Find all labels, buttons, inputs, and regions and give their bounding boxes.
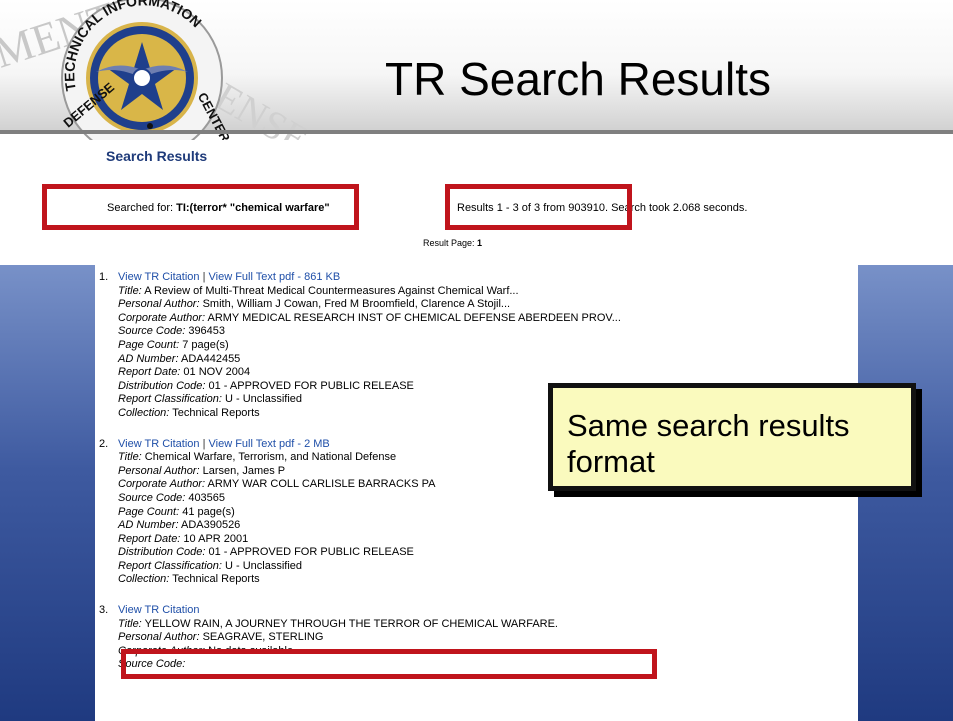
search-results-heading: Search Results — [106, 148, 208, 164]
result-field: Page Count: 41 page(s) — [118, 506, 858, 520]
slide-header: MENT ENSE TECHNICAL INFORMATION DEFENSE … — [0, 0, 953, 162]
result-field: AD Number: ADA442455 — [118, 353, 858, 367]
field-label: Page Count: — [118, 505, 180, 518]
field-value: Technical Reports — [169, 406, 260, 419]
link-separator: | — [199, 437, 209, 450]
callout-box: Same search results format — [548, 383, 916, 491]
field-label: AD Number: — [118, 519, 179, 532]
field-label: Collection: — [118, 406, 170, 419]
result-field: Distribution Code: 01 - APPROVED FOR PUB… — [118, 546, 858, 560]
callout-text: Same search results format — [567, 408, 850, 480]
result-field: Report Date: 01 NOV 2004 — [118, 366, 858, 380]
field-value: Larsen, James P — [199, 464, 286, 477]
field-value: 41 page(s) — [179, 505, 235, 518]
field-value: Chemical Warfare, Terrorism, and Nationa… — [141, 451, 397, 464]
field-label: Title: — [118, 617, 142, 630]
result-field: AD Number: ADA390526 — [118, 519, 858, 533]
field-label: Page Count: — [118, 338, 180, 351]
field-label: Collection: — [118, 573, 170, 586]
result-field: Personal Author: SEAGRAVE, STERLING — [118, 631, 858, 645]
field-label: Corporate Author: — [118, 311, 206, 324]
field-label: Source Code: — [118, 491, 186, 504]
slide: MENT ENSE TECHNICAL INFORMATION DEFENSE … — [0, 0, 953, 721]
field-value: 01 NOV 2004 — [180, 366, 251, 379]
field-label: Distribution Code: — [118, 379, 206, 392]
field-value: 396453 — [185, 325, 226, 338]
link-separator: | — [199, 271, 209, 283]
field-value: A Review of Multi-Threat Medical Counter… — [141, 284, 519, 297]
view-tr-citation-link[interactable]: View TR Citation — [118, 271, 200, 283]
field-label: Title: — [118, 451, 142, 464]
field-value: 10 APR 2001 — [180, 532, 249, 545]
field-value: Technical Reports — [169, 573, 260, 586]
field-label: Title: — [118, 284, 142, 297]
result-number: 2. — [99, 437, 109, 450]
field-value: ADA442455 — [178, 352, 241, 365]
dtic-seal-logo: MENT ENSE TECHNICAL INFORMATION DEFENSE … — [0, 0, 317, 162]
field-value: 01 - APPROVED FOR PUBLIC RELEASE — [205, 379, 414, 392]
field-value: ADA390526 — [178, 519, 241, 532]
result-page-number[interactable]: 1 — [477, 238, 482, 248]
field-value: SEAGRAVE, STERLING — [199, 631, 324, 644]
field-label: Source Code: — [118, 325, 186, 338]
callout-line-1: Same search results — [567, 408, 850, 443]
view-full-text-link[interactable]: View Full Text pdf - 2 MB — [209, 438, 330, 450]
field-label: Personal Author: — [118, 464, 200, 477]
field-value: U - Unclassified — [221, 559, 303, 572]
field-value: 01 - APPROVED FOR PUBLIC RELEASE — [205, 546, 414, 559]
result-field: Source Code: 403565 — [118, 492, 858, 506]
field-label: AD Number: — [118, 352, 179, 365]
result-page-indicator: Result Page: 1 — [423, 238, 482, 248]
result-field: Report Date: 10 APR 2001 — [118, 533, 858, 547]
view-tr-citation-link[interactable]: View TR Citation — [118, 438, 200, 450]
field-label: Report Classification: — [118, 559, 222, 572]
field-value: YELLOW RAIN, A JOURNEY THROUGH THE TERRO… — [141, 617, 558, 630]
view-tr-citation-link[interactable]: View TR Citation — [118, 604, 200, 616]
result-field: Page Count: 7 page(s) — [118, 339, 858, 353]
field-value: Smith, William J Cowan, Fred M Broomfiel… — [199, 298, 511, 311]
field-value: 403565 — [185, 491, 226, 504]
result-number: 1. — [99, 271, 109, 283]
result-field: Source Code: 396453 — [118, 325, 858, 339]
result-number: 3. — [99, 604, 109, 617]
title-highlight-box — [121, 649, 657, 679]
field-label: Personal Author: — [118, 631, 200, 644]
result-field: Title: A Review of Multi-Threat Medical … — [118, 285, 858, 299]
result-field: Title: YELLOW RAIN, A JOURNEY THROUGH TH… — [118, 618, 858, 632]
result-field: Personal Author: Smith, William J Cowan,… — [118, 298, 858, 312]
results-count-highlight-box — [445, 184, 632, 230]
field-value: 7 page(s) — [179, 338, 229, 351]
field-label: Distribution Code: — [118, 546, 206, 559]
field-label: Corporate Author: — [118, 478, 206, 491]
field-value: U - Unclassified — [221, 393, 303, 406]
field-value: ARMY MEDICAL RESEARCH INST OF CHEMICAL D… — [205, 311, 621, 324]
result-field: Collection: Technical Reports — [118, 573, 858, 587]
field-label: Personal Author: — [118, 298, 200, 311]
query-highlight-box — [42, 184, 359, 230]
slide-title: TR Search Results — [385, 53, 772, 105]
result-page-label: Result Page: — [423, 238, 478, 248]
field-label: Report Date: — [118, 532, 181, 545]
field-label: Report Classification: — [118, 393, 222, 406]
field-value: ARMY WAR COLL CARLISLE BARRACKS PA — [205, 478, 436, 491]
result-field: Report Classification: U - Unclassified — [118, 560, 858, 574]
result-field: Corporate Author: ARMY MEDICAL RESEARCH … — [118, 312, 858, 326]
field-label: Report Date: — [118, 366, 181, 379]
view-full-text-link[interactable]: View Full Text pdf - 861 KB — [209, 271, 341, 283]
callout-line-2: format — [567, 444, 655, 479]
